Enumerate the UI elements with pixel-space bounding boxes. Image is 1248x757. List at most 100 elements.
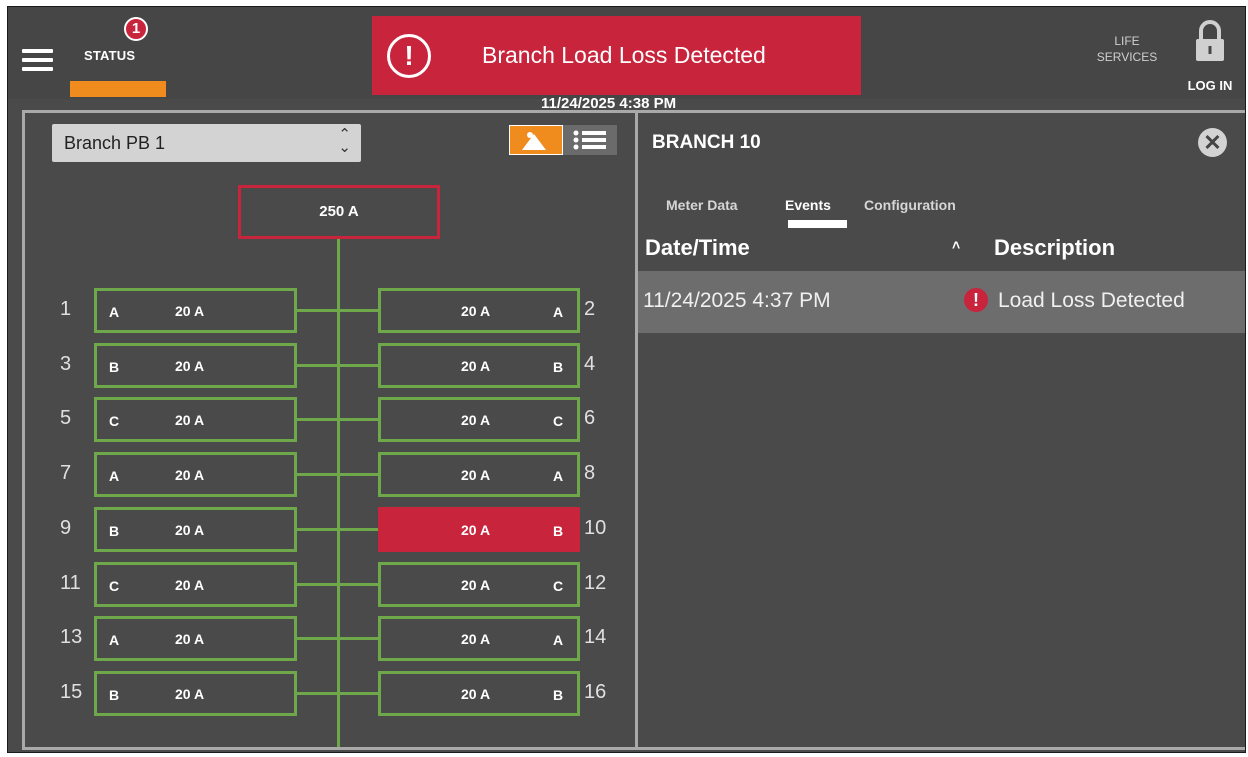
bus-line — [337, 239, 340, 747]
alarm-message: Branch Load Loss Detected — [482, 42, 766, 68]
bus-connector — [297, 528, 337, 531]
breaker-rating: 20 A — [461, 631, 491, 647]
breaker-phase: A — [109, 632, 120, 648]
bus-connector — [340, 692, 378, 695]
breaker-position-number: 6 — [584, 407, 596, 429]
breaker-right[interactable]: 20 A A — [378, 616, 580, 661]
status-label: STATUS — [84, 48, 136, 63]
breaker-rating: 20 A — [461, 303, 491, 319]
panelboard-diagram-panel: Branch PB 1 ⌃ ⌄ 250 A 1 A 20 A 20 A A 2 3 B 20 A2… — [22, 110, 635, 750]
bus-connector — [340, 528, 378, 531]
breaker-rating: 20 A — [175, 522, 205, 538]
bus-connector — [297, 418, 337, 421]
list-view-icon — [573, 130, 606, 150]
breaker-rating: 20 A — [175, 303, 205, 319]
breaker-position-number: 13 — [60, 626, 83, 648]
life-services-button[interactable]: LIFE SERVICES — [1090, 33, 1164, 65]
bus-connector — [340, 583, 378, 586]
diagram-view-button[interactable] — [509, 125, 563, 155]
branch-detail-panel: BRANCH 10 ✕ Meter Data Events Configurat… — [635, 110, 1245, 750]
status-active-indicator — [70, 81, 166, 97]
tab-configuration[interactable]: Configuration — [864, 197, 956, 213]
alert-icon: ! — [964, 288, 988, 312]
event-row[interactable]: 11/24/2025 4:37 PM ! Load Loss Detected — [638, 271, 1245, 333]
breaker-position-number: 8 — [584, 462, 596, 484]
login-button[interactable]: LOG IN — [1176, 17, 1236, 93]
alert-icon: ! — [387, 34, 431, 78]
breaker-rating: 20 A — [175, 358, 205, 374]
active-tab-indicator — [788, 220, 847, 228]
breaker-left[interactable]: B 20 A — [94, 343, 297, 388]
breaker-phase: A — [553, 304, 564, 320]
breaker-left[interactable]: A 20 A — [94, 452, 297, 497]
breaker-position-number: 10 — [584, 517, 607, 539]
breaker-position-number: 9 — [60, 517, 72, 539]
breaker-rating: 20 A — [461, 522, 491, 538]
breaker-phase: B — [109, 359, 120, 375]
breaker-left[interactable]: C 20 A — [94, 397, 297, 442]
breaker-position-number: 15 — [60, 681, 83, 703]
breaker-right-alarm[interactable]: 20 A B — [378, 507, 580, 552]
breaker-phase: B — [553, 523, 564, 539]
breaker-right[interactable]: 20 A B — [378, 343, 580, 388]
breaker-left[interactable]: A 20 A — [94, 616, 297, 661]
main-breaker[interactable]: 250 A — [238, 185, 440, 239]
bus-connector — [297, 309, 337, 312]
list-view-button[interactable] — [563, 125, 617, 155]
view-toggle — [509, 125, 617, 155]
top-bar: 1 STATUS ! Branch Load Loss Detected 11/… — [8, 7, 1245, 112]
bus-connector — [340, 309, 378, 312]
breaker-phase: C — [553, 413, 564, 429]
breaker-phase: B — [553, 687, 564, 703]
breaker-rating: 20 A — [461, 577, 491, 593]
breaker-right[interactable]: 20 A A — [378, 288, 580, 333]
breaker-rating: 20 A — [461, 358, 491, 374]
breaker-rating: 20 A — [175, 467, 205, 483]
diagram-view-icon — [522, 132, 546, 150]
branch-select-dropdown[interactable]: Branch PB 1 ⌃ ⌄ — [52, 124, 361, 162]
alarm-banner[interactable]: ! Branch Load Loss Detected — [372, 16, 861, 95]
event-description: Load Loss Detected — [998, 289, 1185, 312]
breaker-position-number: 12 — [584, 572, 607, 594]
close-icon[interactable]: ✕ — [1198, 128, 1227, 157]
breaker-right[interactable]: 20 A B — [378, 671, 580, 716]
bus-connector — [340, 364, 378, 367]
breaker-phase: A — [553, 632, 564, 648]
breaker-left[interactable]: A 20 A — [94, 288, 297, 333]
breaker-position-number: 14 — [584, 626, 607, 648]
breaker-rating: 20 A — [175, 631, 205, 647]
breaker-position-number: 1 — [60, 298, 72, 320]
bus-connector — [297, 473, 337, 476]
breaker-position-number: 7 — [60, 462, 72, 484]
breaker-position-number: 4 — [584, 353, 596, 375]
sort-ascending-icon[interactable]: ˄ — [952, 237, 960, 253]
breaker-position-number: 16 — [584, 681, 607, 703]
breaker-right[interactable]: 20 A A — [378, 452, 580, 497]
breaker-rating: 20 A — [461, 686, 491, 702]
breaker-right[interactable]: 20 A C — [378, 562, 580, 607]
breaker-phase: C — [553, 578, 564, 594]
bus-connector — [297, 692, 337, 695]
tab-events[interactable]: Events — [785, 197, 831, 213]
breaker-left[interactable]: B 20 A — [94, 507, 297, 552]
breaker-position-number: 2 — [584, 298, 596, 320]
breaker-phase: A — [553, 468, 564, 484]
breaker-position-number: 11 — [60, 572, 81, 594]
column-header-description[interactable]: Description — [994, 235, 1115, 261]
breaker-left[interactable]: B 20 A — [94, 671, 297, 716]
breaker-left[interactable]: C 20 A — [94, 562, 297, 607]
event-datetime: 11/24/2025 4:37 PM — [643, 289, 831, 312]
app-frame: 1 STATUS ! Branch Load Loss Detected 11/… — [7, 6, 1246, 753]
status-tab[interactable]: 1 STATUS — [70, 17, 180, 99]
breaker-right[interactable]: 20 A C — [378, 397, 580, 442]
tab-meter-data[interactable]: Meter Data — [666, 197, 738, 213]
breaker-position-number: 5 — [60, 407, 72, 429]
column-header-datetime[interactable]: Date/Time — [645, 235, 750, 261]
breaker-phase: C — [109, 413, 120, 429]
hamburger-menu-icon[interactable] — [22, 49, 53, 71]
bus-connector — [340, 637, 378, 640]
breaker-phase: A — [109, 468, 120, 484]
breaker-phase: B — [553, 359, 564, 375]
breaker-rating: 20 A — [461, 467, 491, 483]
lock-icon — [1196, 20, 1224, 61]
